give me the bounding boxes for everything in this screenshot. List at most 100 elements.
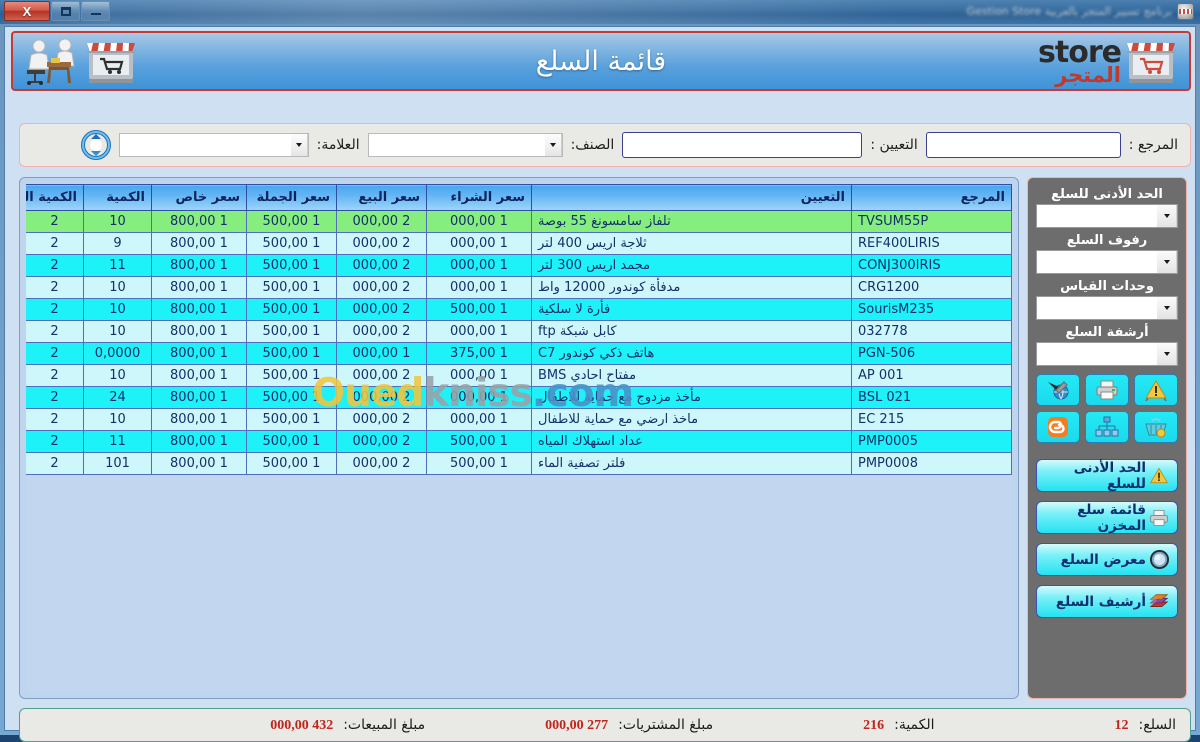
col-sell-price[interactable]: سعر البيع <box>337 185 427 211</box>
filter-label-brand: العلامة: <box>317 137 360 153</box>
status-purchases: مبلغ المشتريات: 277 000,00 <box>545 717 713 734</box>
blogger-button[interactable] <box>1036 411 1080 443</box>
cell-quantity: 10 <box>84 211 152 233</box>
cell-reference: 032778 <box>852 321 1012 343</box>
cell-buy-price: 1 000,00 <box>427 233 532 255</box>
col-buy-price[interactable]: سعر الشراء <box>427 185 532 211</box>
store-items-list-button[interactable]: قائمة سلع المخزن <box>1036 501 1178 534</box>
cell-special-price: 1 800,00 <box>152 299 247 321</box>
col-special-price[interactable]: سعر خاص <box>152 185 247 211</box>
table-body: TVSUM55Pتلفاز سامسونغ 55 بوصة1 000,002 0… <box>26 211 1012 475</box>
items-table-scroll[interactable]: المرجع التعيين سعر الشراء سعر البيع سعر … <box>26 184 1012 692</box>
table-row[interactable]: REF400LIRISثلاجة اريس 400 لتر1 000,002 0… <box>26 233 1012 255</box>
col-designation[interactable]: التعيين <box>532 185 852 211</box>
table-row[interactable]: SourisM235فأرة لا سلكية1 500,002 000,001… <box>26 299 1012 321</box>
cell-min-quantity: 2 <box>26 431 84 453</box>
table-row[interactable]: AP 001مفتاح احادي BMS1 000,002 000,001 5… <box>26 365 1012 387</box>
minimize-button[interactable] <box>81 1 110 21</box>
cell-sell-price: 2 000,00 <box>337 233 427 255</box>
status-items-label: السلع: <box>1139 717 1176 733</box>
cell-quantity: 24 <box>84 387 152 409</box>
cell-quantity: 10 <box>84 321 152 343</box>
table-row[interactable]: BSL 021مأخذ مزدوج مع حماية للاطفال1 000,… <box>26 387 1012 409</box>
cell-sell-price: 2 000,00 <box>337 431 427 453</box>
chevron-down-icon <box>1157 251 1177 273</box>
designation-input[interactable] <box>622 132 862 158</box>
cell-sell-price: 2 000,00 <box>337 299 427 321</box>
col-quantity[interactable]: الكمية <box>84 185 152 211</box>
table-row[interactable]: PMP0005عداد استهلاك المياه1 500,002 000,… <box>26 431 1012 453</box>
items-table-panel: المرجع التعيين سعر الشراء سعر البيع سعر … <box>19 177 1019 699</box>
refresh-icon[interactable] <box>81 130 111 160</box>
cell-quantity: 10 <box>84 365 152 387</box>
cell-designation: ماخذ ارضي مع حماية للاطفال <box>532 409 852 431</box>
items-archive-button-label: أرشيف السلع <box>1044 594 1148 610</box>
cell-special-price: 1 800,00 <box>152 453 247 475</box>
status-sales: مبلغ المبيعات: 432 000,00 <box>270 717 425 734</box>
basket-button[interactable] <box>1134 411 1178 443</box>
items-table: المرجع التعيين سعر الشراء سعر البيع سعر … <box>26 184 1012 475</box>
col-reference[interactable]: المرجع <box>852 185 1012 211</box>
archive-combo[interactable] <box>1036 342 1178 366</box>
filter-label-category: الصنف: <box>571 137 615 153</box>
sidebar-label-archive: أرشفة السلع <box>1036 325 1178 340</box>
reference-input[interactable] <box>926 132 1121 158</box>
cell-designation: هاتف ذكي كوندور C7 <box>532 343 852 365</box>
cell-designation: كابل شبكة ftp <box>532 321 852 343</box>
col-min-quantity[interactable]: الكمية الدنيا <box>26 185 84 211</box>
status-quantity-value: 216 <box>863 718 884 734</box>
min-stock-combo[interactable] <box>1036 204 1178 228</box>
shelves-combo[interactable] <box>1036 250 1178 274</box>
cell-wholesale: 1 500,00 <box>247 321 337 343</box>
table-row[interactable]: PMP0008فلتر تصفية الماء1 500,002 000,001… <box>26 453 1012 475</box>
storefront-icon <box>83 37 139 87</box>
cell-special-price: 1 800,00 <box>152 365 247 387</box>
printer-icon <box>1095 379 1119 401</box>
cell-special-price: 1 800,00 <box>152 409 247 431</box>
min-stock-button[interactable]: الحد الأدنى للسلع <box>1036 459 1178 492</box>
maximize-button[interactable] <box>51 1 80 21</box>
items-archive-button[interactable]: أرشيف السلع <box>1036 585 1178 618</box>
close-button[interactable]: X <box>4 1 50 21</box>
status-quantity-label: الكمية: <box>894 717 934 733</box>
cell-wholesale: 1 500,00 <box>247 233 337 255</box>
alert-warning-button[interactable] <box>1134 374 1178 406</box>
cell-wholesale: 1 500,00 <box>247 387 337 409</box>
cell-reference: AP 001 <box>852 365 1012 387</box>
table-row[interactable]: TVSUM55Pتلفاز سامسونغ 55 بوصة1 000,002 0… <box>26 211 1012 233</box>
sidebar-action-buttons: الحد الأدنى للسلع قائمة سلع المخزن معرض … <box>1036 459 1178 618</box>
sidebar-label-min-stock: الحد الأدنى للسلع <box>1036 187 1178 202</box>
filter-bar: المرجع : التعيين : الصنف: العلامة: <box>19 123 1191 167</box>
cell-special-price: 1 800,00 <box>152 321 247 343</box>
cell-special-price: 1 800,00 <box>152 387 247 409</box>
sidebar-label-shelves: رفوف السلع <box>1036 233 1178 248</box>
table-row[interactable]: CONJ300IRISمجمد اريس 300 لتر1 000,002 00… <box>26 255 1012 277</box>
cell-designation: مأخذ مزدوج مع حماية للاطفال <box>532 387 852 409</box>
chevron-down-icon <box>1157 343 1177 365</box>
category-combo[interactable] <box>368 133 563 157</box>
col-wholesale[interactable]: سعر الجملة <box>247 185 337 211</box>
status-sales-label: مبلغ المبيعات: <box>343 717 425 733</box>
table-row[interactable]: EC 215ماخذ ارضي مع حماية للاطفال1 000,00… <box>26 409 1012 431</box>
header-right-icons <box>21 36 139 88</box>
cell-quantity: 0,0000 <box>84 343 152 365</box>
brand-combo[interactable] <box>119 133 309 157</box>
cell-min-quantity: 2 <box>26 343 84 365</box>
cell-buy-price: 1 000,00 <box>427 211 532 233</box>
units-combo[interactable] <box>1036 296 1178 320</box>
cell-designation: عداد استهلاك المياه <box>532 431 852 453</box>
cell-sell-price: 2 000,00 <box>337 365 427 387</box>
table-row[interactable]: 032778كابل شبكة ftp1 000,002 000,001 500… <box>26 321 1012 343</box>
table-row[interactable]: CRG1200مدفأة كوندور 12000 واط1 000,002 0… <box>26 277 1012 299</box>
sidebar-label-units: وحدات القياس <box>1036 279 1178 294</box>
items-gallery-button-label: معرض السلع <box>1044 552 1148 568</box>
tools-button[interactable] <box>1036 374 1080 406</box>
print-button[interactable] <box>1085 374 1129 406</box>
items-gallery-button[interactable]: معرض السلع <box>1036 543 1178 576</box>
hierarchy-icon <box>1095 416 1119 438</box>
table-row[interactable]: PGN-506هاتف ذكي كوندور C71 375,001 000,0… <box>26 343 1012 365</box>
application-window: برنامج تسيير المتجر بالعربية Gestion Sto… <box>0 0 1200 735</box>
cell-special-price: 1 800,00 <box>152 431 247 453</box>
window-controls: X <box>4 1 110 21</box>
hierarchy-button[interactable] <box>1085 411 1129 443</box>
